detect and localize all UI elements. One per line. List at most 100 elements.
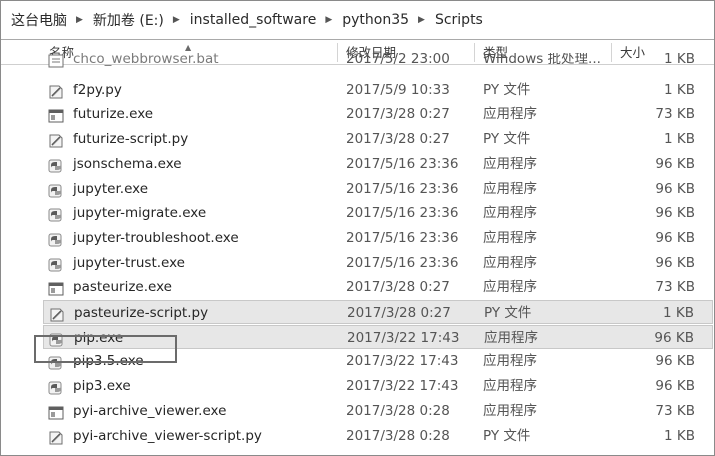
file-type: 应用程序: [483, 279, 537, 296]
file-type: PY 文件: [483, 131, 531, 148]
breadcrumb-this-pc[interactable]: 这台电脑: [9, 10, 69, 30]
address-bar[interactable]: 这台电脑 ▶ 新加卷 (E:) ▶ installed_software ▶ p…: [1, 1, 714, 40]
file-modified-date: 2017/3/28 0:27: [347, 305, 451, 321]
batch-file-icon: [48, 53, 64, 68]
file-modified-date: 2017/3/28 0:27: [346, 279, 450, 296]
file-size: 1 KB: [663, 305, 694, 321]
file-size: 96 KB: [655, 378, 695, 395]
file-modified-date: 2017/5/16 23:36: [346, 229, 459, 246]
python-exe-icon: [48, 256, 64, 272]
file-row[interactable]: jupyter-trust.exe 2017/5/16 23:36 应用程序 96 K…: [43, 251, 713, 275]
explorer-window: 这台电脑 ▶ 新加卷 (E:) ▶ installed_software ▶ p…: [0, 0, 715, 456]
application-window-icon: [48, 404, 64, 420]
file-type: PY 文件: [484, 305, 532, 321]
file-size: 1 KB: [664, 131, 695, 148]
python-exe-icon: [49, 331, 65, 347]
file-name: f2py.py: [73, 81, 122, 98]
file-type: Windows 批处理...: [483, 53, 601, 67]
file-name: pasteurize.exe: [73, 279, 172, 296]
file-row[interactable]: chco_webbrowser.bat 2017/5/2 23:00 Windows…: [43, 53, 713, 71]
file-name: jupyter-migrate.exe: [73, 205, 207, 222]
file-type: 应用程序: [483, 402, 537, 419]
file-row[interactable]: pip.exe 2017/3/22 17:43 应用程序 96 KB: [43, 324, 713, 349]
breadcrumb-python35[interactable]: python35: [340, 12, 411, 28]
file-size: 1 KB: [664, 53, 695, 67]
file-name: pip3.5.exe: [73, 353, 144, 370]
file-modified-date: 2017/3/22 17:43: [347, 329, 460, 346]
file-name: jupyter.exe: [73, 180, 149, 197]
file-row[interactable]: jupyter.exe 2017/5/16 23:36 应用程序 96 KB: [43, 177, 713, 201]
file-type: PY 文件: [483, 81, 531, 98]
file-row[interactable]: pip3.5.exe 2017/3/22 17:43 应用程序 96 KB: [43, 349, 713, 373]
file-row[interactable]: pyi-archive_viewer.exe 2017/3/28 0:28 应用程序…: [43, 399, 713, 423]
file-size: 96 KB: [655, 229, 695, 246]
python-file-icon: [48, 132, 64, 148]
python-exe-icon: [48, 182, 64, 197]
file-row[interactable]: pyi-archive_viewer-script.py 2017/3/28 0:…: [43, 424, 713, 448]
file-row[interactable]: pip3.exe 2017/3/22 17:43 应用程序 96 KB: [43, 374, 713, 398]
chevron-right-icon[interactable]: ▶: [69, 15, 91, 25]
file-modified-date: 2017/5/16 23:36: [346, 254, 459, 271]
file-type: 应用程序: [483, 229, 537, 246]
file-type: 应用程序: [483, 205, 537, 222]
python-exe-icon: [48, 206, 64, 222]
python-exe-icon: [48, 354, 64, 370]
file-modified-date: 2017/3/22 17:43: [346, 378, 459, 395]
file-modified-date: 2017/5/16 23:36: [346, 155, 459, 172]
file-row[interactable]: pasteurize-script.py 2017/3/28 0:27 PY 文件 1…: [43, 300, 713, 324]
file-type: PY 文件: [483, 427, 531, 444]
breadcrumb-drive-e[interactable]: 新加卷 (E:): [91, 10, 166, 30]
python-file-icon: [49, 306, 65, 322]
file-modified-date: 2017/3/28 0:28: [346, 402, 450, 419]
application-window-icon: [48, 280, 64, 296]
file-row[interactable]: jupyter-migrate.exe 2017/5/16 23:36 应用程序 96…: [43, 201, 713, 225]
file-type: 应用程序: [483, 378, 537, 395]
file-size: 73 KB: [655, 402, 695, 419]
file-row[interactable]: jupyter-troubleshoot.exe 2017/5/16 23:36 应…: [43, 226, 713, 250]
file-row[interactable]: f2py.py 2017/5/9 10:33 PY 文件 1 KB: [43, 78, 713, 102]
file-name: pip.exe: [74, 329, 124, 346]
file-name: chco_webbrowser.bat: [73, 53, 219, 67]
file-modified-date: 2017/3/28 0:28: [346, 427, 450, 444]
file-type: 应用程序: [483, 180, 537, 197]
file-modified-date: 2017/5/16 23:36: [346, 180, 459, 197]
file-size: 73 KB: [655, 106, 695, 123]
python-exe-icon: [48, 379, 64, 395]
chevron-right-icon[interactable]: ▶: [166, 15, 188, 25]
file-type: 应用程序: [484, 329, 538, 346]
python-exe-icon: [48, 231, 64, 247]
file-row[interactable]: futurize.exe 2017/3/28 0:27 应用程序 73 KB: [43, 102, 713, 126]
file-size: 96 KB: [655, 180, 695, 197]
file-name: pip3.exe: [73, 378, 131, 395]
file-modified-date: 2017/5/16 23:36: [346, 205, 459, 222]
python-file-icon: [48, 429, 64, 444]
file-name: jupyter-trust.exe: [73, 254, 185, 271]
file-modified-date: 2017/3/28 0:27: [346, 106, 450, 123]
file-size: 1 KB: [664, 427, 695, 444]
file-size: 73 KB: [655, 279, 695, 296]
chevron-right-icon[interactable]: ▶: [318, 15, 340, 25]
file-name: pyi-archive_viewer-script.py: [73, 427, 262, 444]
file-name: futurize-script.py: [73, 131, 189, 148]
file-size: 96 KB: [654, 329, 694, 346]
file-type: 应用程序: [483, 353, 537, 370]
file-list: chco_webbrowser.bat 2017/5/2 23:00 Windows…: [1, 53, 714, 455]
file-row[interactable]: pasteurize.exe 2017/3/28 0:27 应用程序 73 KB: [43, 275, 713, 299]
file-modified-date: 2017/3/22 17:43: [346, 353, 459, 370]
file-name: jsonschema.exe: [73, 155, 182, 172]
breadcrumb-installed-software[interactable]: installed_software: [188, 12, 319, 28]
file-name: futurize.exe: [73, 106, 154, 123]
chevron-right-icon[interactable]: ▶: [411, 15, 433, 25]
file-size: 96 KB: [655, 155, 695, 172]
file-size: 96 KB: [655, 254, 695, 271]
file-type: 应用程序: [483, 106, 537, 123]
file-name: pyi-archive_viewer.exe: [73, 402, 227, 419]
file-row[interactable]: jsonschema.exe 2017/5/16 23:36 应用程序 96 KB: [43, 152, 713, 176]
application-window-icon: [48, 107, 64, 123]
file-modified-date: 2017/3/28 0:27: [346, 131, 450, 148]
file-row[interactable]: futurize-script.py 2017/3/28 0:27 PY 文件 1 K…: [43, 127, 713, 151]
file-type: 应用程序: [483, 254, 537, 271]
file-name: pasteurize-script.py: [74, 305, 209, 321]
breadcrumb-scripts[interactable]: Scripts: [433, 12, 485, 28]
file-modified-date: 2017/5/2 23:00: [346, 53, 450, 67]
